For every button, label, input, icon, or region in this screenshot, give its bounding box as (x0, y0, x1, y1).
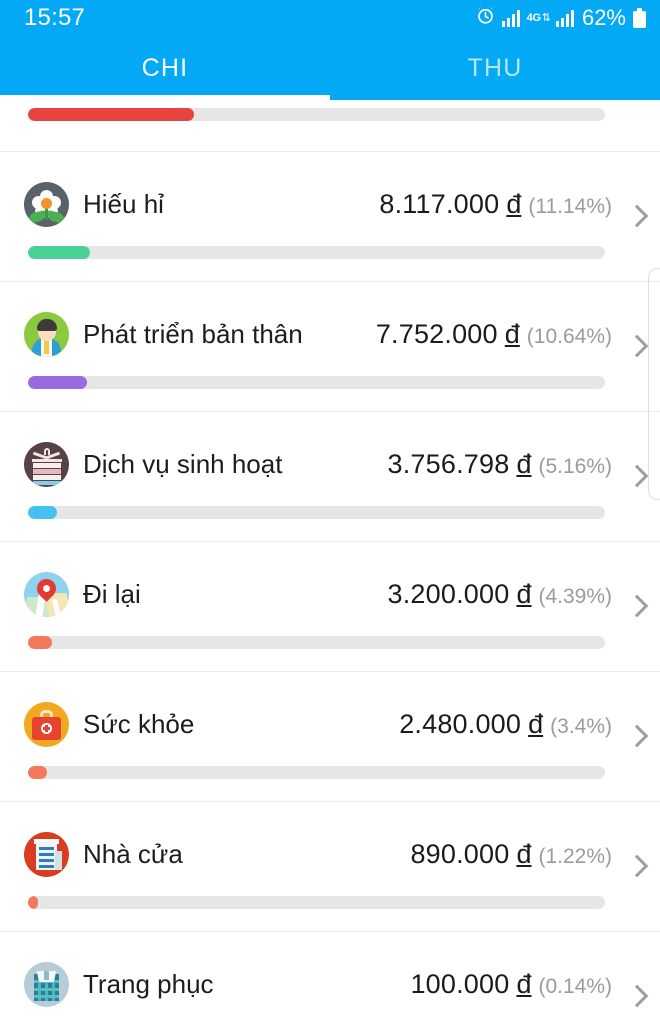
category-progress-track (28, 506, 605, 519)
category-progress-track (28, 896, 605, 909)
category-name: Dịch vụ sinh hoạt (83, 448, 283, 479)
flower-icon (24, 182, 69, 227)
category-progress-fill (28, 636, 53, 649)
4g-icon: 4G ⇅ (526, 8, 551, 28)
category-progress-track (28, 376, 605, 389)
category-list[interactable]: Hiếu hỉ 8.117.000 đ (11.14%) Phát triển bản … (0, 100, 660, 1017)
category-amount: 8.117.000 (379, 189, 500, 219)
category-name: Trang phục (83, 968, 214, 999)
category-name: Sức khỏe (83, 708, 195, 739)
medical-kit-icon (24, 702, 69, 747)
category-amount: 890.000 (410, 839, 510, 869)
currency-symbol: đ (504, 319, 520, 349)
plaid-shirt-icon (24, 962, 69, 1007)
category-amount: 3.200.000 (387, 579, 510, 609)
category-row[interactable]: Hiếu hỉ 8.117.000 đ (11.14%) (0, 151, 660, 281)
status-icons: 4G ⇅ 62% (476, 6, 646, 30)
chevron-right-icon[interactable] (628, 203, 644, 231)
category-amount: 2.480.000 (399, 709, 522, 739)
category-name: Hiếu hỉ (83, 188, 164, 219)
category-percent: (4.39%) (538, 585, 612, 608)
category-progress-fill (28, 246, 90, 259)
category-amount: 7.752.000 (375, 319, 498, 349)
category-row[interactable]: Trang phục 100.000 đ (0.14%) (0, 931, 660, 1017)
category-percent: (3.4%) (550, 715, 612, 738)
category-progress-fill (28, 376, 87, 389)
category-name: Phát triển bản thân (83, 318, 303, 349)
tab-thu[interactable]: THU (330, 36, 660, 100)
currency-symbol: đ (516, 449, 532, 479)
category-row[interactable]: Phát triển bản thân 7.752.000 đ (10.64%) (0, 281, 660, 411)
category-amount-group: 3.756.798 đ (5.16%) (388, 449, 612, 480)
battery-percent-label: 62% (581, 5, 626, 30)
category-row[interactable] (0, 100, 660, 151)
category-row[interactable]: Nhà cửa 890.000 đ (1.22%) (0, 801, 660, 931)
category-row[interactable]: Sức khỏe 2.480.000 đ (3.4%) (0, 671, 660, 801)
alarm-icon (476, 6, 495, 30)
tab-bar: CHI THU (0, 36, 660, 100)
category-amount: 100.000 (410, 969, 510, 999)
hanger-icon (24, 442, 69, 487)
category-amount-group: 890.000 đ (1.22%) (410, 839, 612, 870)
category-row[interactable]: Dịch vụ sinh hoạt 3.756.798 đ (5.16%) (0, 411, 660, 541)
category-progress-fill (28, 896, 38, 909)
chevron-right-icon[interactable] (628, 333, 644, 361)
category-progress-track (28, 636, 605, 649)
currency-symbol: đ (516, 839, 532, 869)
category-percent: (0.14%) (538, 975, 612, 998)
category-amount-group: 2.480.000 đ (3.4%) (399, 709, 612, 740)
currency-symbol: đ (516, 969, 532, 999)
chevron-right-icon[interactable] (628, 983, 644, 1011)
category-amount-group: 7.752.000 đ (10.64%) (376, 319, 612, 350)
category-progress-track (28, 766, 605, 779)
category-progress-fill (28, 506, 57, 519)
category-progress-fill (28, 766, 47, 779)
data-arrows-icon: ⇅ (541, 11, 551, 24)
building-icon (24, 832, 69, 877)
network-type-label: 4G (526, 11, 541, 24)
category-amount-group: 8.117.000 đ (11.14%) (379, 189, 612, 220)
tab-thu-label: THU (467, 53, 523, 82)
category-progress-track (28, 246, 605, 259)
category-percent: (1.22%) (538, 845, 612, 868)
category-progress-track (28, 108, 605, 121)
map-pin-icon (24, 572, 69, 617)
tab-chi[interactable]: CHI (0, 36, 330, 100)
scroll-indicator[interactable] (648, 268, 660, 500)
chevron-right-icon[interactable] (628, 593, 644, 621)
person-icon (24, 312, 69, 357)
category-amount-group: 100.000 đ (0.14%) (410, 969, 612, 1000)
category-amount: 3.756.798 (387, 449, 510, 479)
status-bar: 15:57 4G ⇅ 62% (0, 0, 660, 36)
app-root: 15:57 4G ⇅ 62% CHI THU Hiếu hỉ 8.117.000… (0, 0, 660, 1017)
status-clock: 15:57 (24, 4, 86, 31)
category-percent: (10.64%) (526, 325, 612, 348)
currency-symbol: đ (516, 579, 532, 609)
signal-icon (501, 9, 520, 27)
category-progress-fill (28, 108, 195, 121)
chevron-right-icon[interactable] (628, 853, 644, 881)
currency-symbol: đ (506, 189, 522, 219)
chevron-right-icon[interactable] (628, 723, 644, 751)
category-amount-group: 3.200.000 đ (4.39%) (388, 579, 612, 610)
category-name: Nhà cửa (83, 838, 183, 869)
chevron-right-icon[interactable] (628, 463, 644, 491)
category-percent: (5.16%) (538, 455, 612, 478)
signal-icon-secondary (555, 9, 574, 27)
currency-symbol: đ (528, 709, 544, 739)
category-percent: (11.14%) (528, 195, 612, 218)
category-name: Đi lại (83, 578, 141, 609)
battery-icon (633, 8, 646, 28)
tab-chi-label: CHI (141, 53, 189, 82)
category-row[interactable]: Đi lại 3.200.000 đ (4.39%) (0, 541, 660, 671)
